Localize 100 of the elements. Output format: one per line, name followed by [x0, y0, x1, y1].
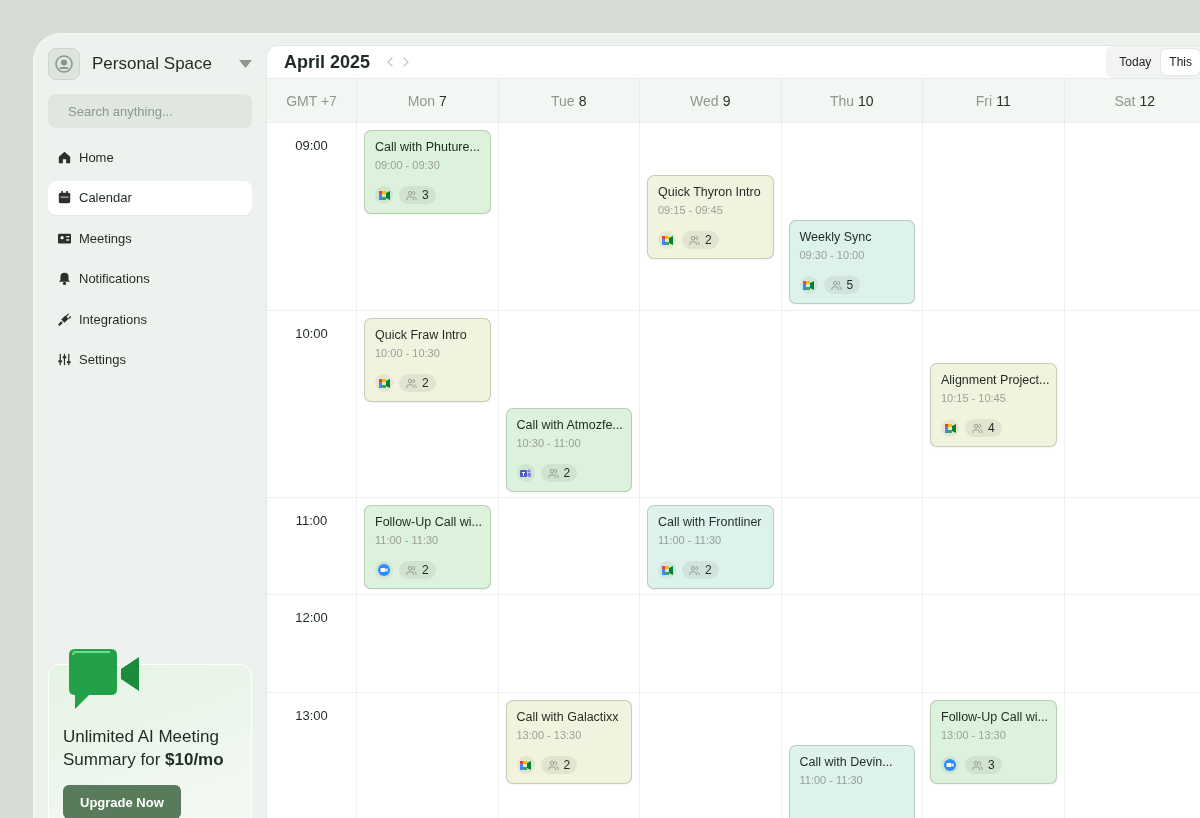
video-camera-icon	[941, 756, 959, 774]
home-icon	[58, 150, 71, 164]
caret-icon[interactable]	[239, 60, 252, 68]
sliders-icon	[58, 353, 71, 366]
people-icon	[406, 564, 417, 576]
event-time: 09:30 - 10:00	[799, 249, 866, 261]
event-time: 11:00 - 11:30	[375, 534, 440, 546]
view-tab[interactable]: Today	[1109, 49, 1162, 75]
event-title: Weekly Sync	[799, 230, 873, 244]
video-camera-icon	[941, 419, 959, 437]
contact-card-icon	[58, 231, 71, 245]
event-time: 11:00 - 11:30	[799, 774, 864, 786]
time-label: 11:00	[267, 497, 356, 594]
attendee-count: 3	[399, 186, 436, 204]
event-title: Call with Galactixx	[516, 710, 620, 724]
event-time: 10:15 - 10:45	[941, 392, 1007, 404]
attendee-count: 2	[682, 561, 719, 579]
event-title: Quick Fraw Intro	[375, 328, 468, 342]
sidebar-item[interactable]: Home	[48, 140, 252, 174]
attendee-count: 2	[399, 374, 436, 392]
people-icon	[689, 564, 700, 576]
event-time: 10:30 - 11:00	[516, 437, 582, 449]
people-icon	[972, 759, 983, 771]
calendar-cell[interactable]: Call with Frontliner 11:00 - 11:30 2	[639, 497, 781, 594]
attendee-count: 5	[823, 276, 861, 294]
promo-text: Unlimited AI Meeting Summary for $10/mo	[63, 726, 225, 771]
day-heading: Fri 11	[922, 78, 1064, 122]
video-camera-icon	[375, 186, 393, 204]
calendar-icon	[58, 191, 71, 204]
event-card[interactable]: Quick Thyron Intro 09:15 - 09:45 2	[647, 175, 774, 259]
bell-icon	[58, 272, 71, 285]
calendar-cell[interactable]: Follow-Up Call wi... 13:00 - 13:30 3	[922, 692, 1064, 818]
calendar-cell[interactable]: Call with Galactixx 13:00 - 13:30 2	[497, 692, 639, 818]
event-time: 09:00 - 09:30	[375, 159, 441, 171]
people-icon	[547, 467, 559, 479]
search-input[interactable]: Search anything...	[66, 102, 246, 120]
event-title: Call with Atmozfe...	[516, 418, 621, 432]
attendee-count: 2	[540, 756, 578, 774]
sidebar-item[interactable]: Integrations	[48, 302, 252, 336]
event-card[interactable]: Alignment Project... 10:15 - 10:45 4	[930, 363, 1057, 447]
time-label: 09:00	[267, 122, 356, 310]
event-title: Call with Frontliner	[658, 515, 763, 529]
event-card[interactable]: Call with Phuture... 09:00 - 09:30 3	[364, 130, 491, 214]
event-time: 11:00 - 11:30	[658, 534, 723, 546]
event-card[interactable]: Call with Galactixx 13:00 - 13:30 2	[505, 700, 632, 784]
video-camera-icon	[516, 756, 535, 774]
calendar-cell[interactable]: Call with Devin... 11:00 - 11:30	[780, 692, 922, 818]
view-tab[interactable]: This	[1161, 49, 1200, 75]
people-icon	[689, 234, 700, 246]
calendar-cell[interactable]: Call with Phuture... 09:00 - 09:30 3	[356, 122, 498, 310]
sidebar-item[interactable]: Settings	[48, 342, 252, 377]
event-card[interactable]: Weekly Sync 09:30 - 10:00 5	[788, 220, 915, 304]
sidebar-item[interactable]: Calendar	[48, 180, 252, 215]
event-title: Follow-Up Call wi...	[375, 515, 480, 529]
event-card[interactable]: Follow-Up Call wi... 11:00 - 11:30 2	[364, 505, 491, 589]
people-icon	[547, 759, 559, 771]
search-field[interactable]: Search anything...	[48, 94, 252, 128]
event-time: 10:00 - 10:30	[375, 347, 441, 359]
event-card[interactable]: Call with Atmozfe... 10:30 - 11:00 2	[505, 408, 632, 492]
sidebar-item[interactable]: Notifications	[48, 261, 252, 296]
video-camera-icon	[658, 561, 676, 579]
timezone-label: GMT +7	[267, 78, 356, 122]
calendar-cell[interactable]: Follow-Up Call wi... 11:00 - 11:30 2	[356, 497, 498, 594]
people-icon	[406, 189, 417, 201]
event-card[interactable]: Quick Fraw Intro 10:00 - 10:30 2	[364, 318, 491, 402]
calendar-cell[interactable]: Quick Fraw Intro 10:00 - 10:30 2	[356, 310, 498, 497]
team-icon	[516, 464, 535, 482]
attendee-count: 2	[399, 561, 436, 579]
event-card[interactable]: Follow-Up Call wi... 13:00 - 13:30 3	[930, 700, 1057, 784]
upgrade-button[interactable]: Upgrade Now	[63, 785, 181, 818]
attendee-count: 2	[682, 231, 719, 249]
event-time: 13:00 - 13:30	[516, 729, 583, 741]
attendee-count: 2	[540, 464, 578, 482]
people-icon	[972, 422, 983, 434]
month-title: April 2025	[284, 51, 371, 73]
time-label: 13:00	[267, 692, 356, 818]
plug-icon	[58, 312, 71, 326]
attendee-count: 3	[965, 756, 1002, 774]
workspace-name: Personal Space	[92, 54, 214, 74]
time-label: 10:00	[267, 310, 356, 497]
calendar-cell[interactable]: Quick Thyron Intro 09:15 - 09:45 2	[639, 122, 781, 310]
event-card[interactable]: Call with Devin... 11:00 - 11:30	[788, 745, 915, 818]
event-time: 13:00 - 13:30	[941, 729, 1007, 741]
event-title: Follow-Up Call wi...	[941, 710, 1046, 724]
calendar-cell[interactable]: Call with Atmozfe... 10:30 - 11:00 2	[497, 310, 639, 497]
day-heading: Sat 12	[1063, 78, 1200, 122]
day-heading: Thu 10	[780, 78, 922, 122]
calendar-cell[interactable]: Alignment Project... 10:15 - 10:45 4	[922, 310, 1064, 497]
video-camera-icon	[799, 276, 818, 294]
avatar-icon[interactable]	[48, 48, 80, 80]
event-time: 09:15 - 09:45	[658, 204, 724, 216]
sidebar-item[interactable]: Meetings	[48, 221, 252, 255]
event-card[interactable]: Call with Frontliner 11:00 - 11:30 2	[647, 505, 774, 589]
day-heading: Wed 9	[639, 78, 781, 122]
calendar-cell[interactable]: Weekly Sync 09:30 - 10:00 5	[780, 122, 922, 310]
day-heading: Tue 8	[497, 78, 639, 122]
event-title: Call with Devin...	[799, 755, 894, 769]
event-title: Quick Thyron Intro	[658, 185, 762, 199]
day-heading: Mon 7	[356, 78, 498, 122]
people-icon	[830, 279, 842, 291]
